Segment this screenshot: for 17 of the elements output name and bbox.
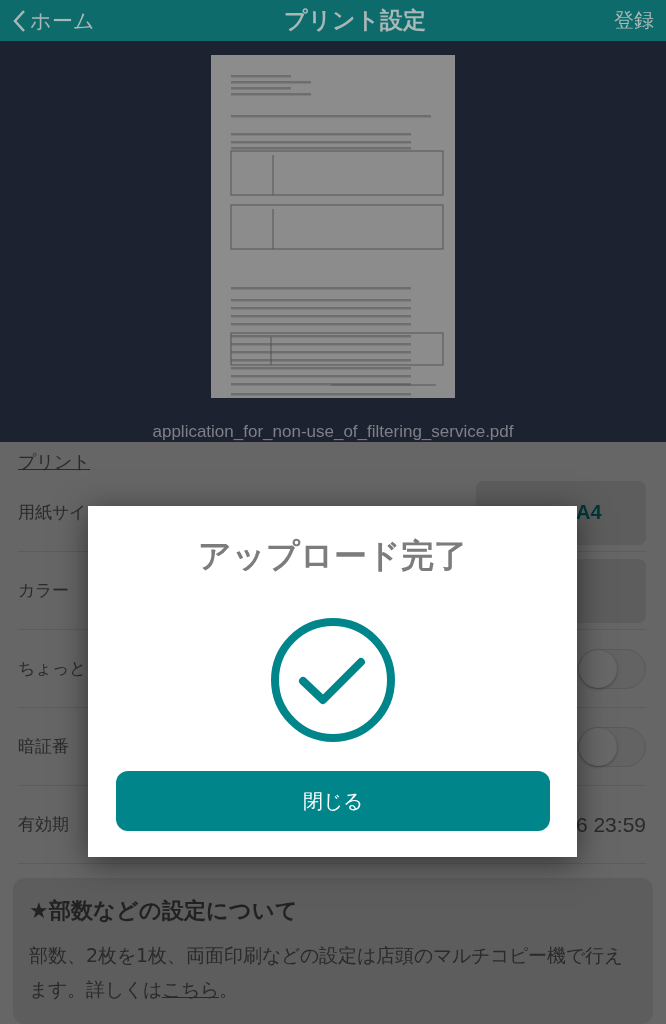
setting-label: 有効期	[18, 813, 69, 836]
toggle-switch[interactable]	[578, 648, 646, 689]
close-button[interactable]: 閉じる	[115, 771, 550, 831]
back-button[interactable]: ホーム	[12, 6, 95, 35]
toggle-switch[interactable]	[578, 726, 646, 767]
info-title: ★部数などの設定について	[29, 897, 299, 925]
register-button[interactable]: 登録	[614, 7, 654, 34]
price-link[interactable]: プリント	[18, 450, 90, 474]
page-title: プリント設定	[283, 6, 426, 35]
check-circle-icon	[269, 617, 396, 743]
setting-label: ちょっと	[18, 657, 86, 680]
setting-label: カラー	[18, 579, 69, 602]
chevron-left-icon	[12, 8, 26, 33]
file-name: application_for_non-use_of_filtering_service.pdf	[152, 422, 514, 442]
setting-label: 暗証番	[18, 735, 69, 758]
setting-label: 用紙サイ	[18, 501, 86, 524]
dialog-title: アップロード完了	[198, 535, 467, 577]
